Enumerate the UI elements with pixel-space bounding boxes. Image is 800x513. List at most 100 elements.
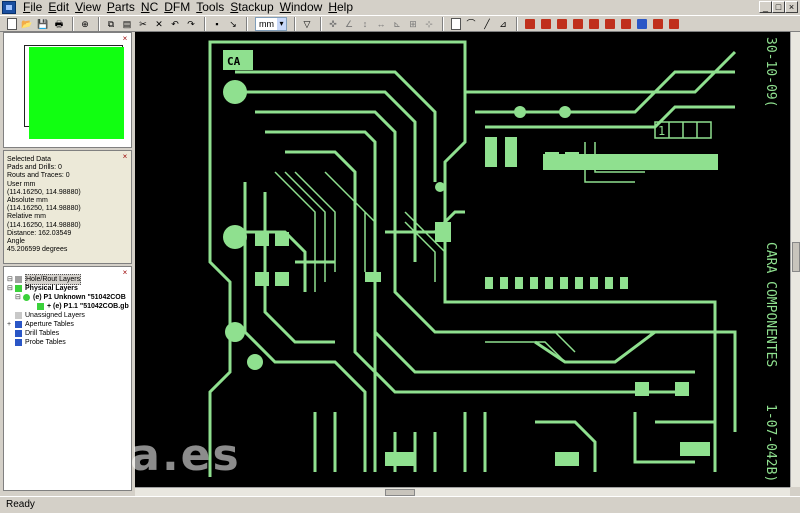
trace-icon[interactable] [557,18,567,29]
panel-icon[interactable] [669,18,679,29]
toolbar: 📂 💾 🖶 ⊕ ⧉ ▤ ✂ ✕ ↶ ↷ ▪ ↘ mm ▽ ✜ ∠ ↕ ↔ ⊾ ⊞… [0,15,800,32]
tree-item-drill[interactable]: Drill Tables [7,329,129,338]
close-panel-icon[interactable]: × [121,269,129,277]
pad-icon[interactable] [525,18,535,29]
new-file-icon[interactable] [7,17,17,30]
expand-icon[interactable]: + [7,320,15,329]
horizontal-scrollbar[interactable] [135,487,790,496]
menu-tools[interactable]: Tools [193,0,227,15]
save-icon[interactable]: 💾 [36,17,50,31]
menu-nc[interactable]: NC [138,0,161,15]
scroll-thumb[interactable] [385,489,415,496]
delete-icon[interactable]: ✕ [152,17,166,31]
toolbar-separator [516,16,518,31]
info-panel: × Selected Data Pads and Drills: 0 Routs… [3,150,132,264]
pcb-artwork: 1 CA 30-10-09( CARA COMPONENTES 1-07-042… [208,37,778,482]
expand-icon[interactable]: ⊟ [7,275,15,284]
layer-folder-icon [15,285,22,292]
pointer-icon[interactable]: ↘ [226,17,240,31]
net-icon[interactable] [621,18,631,29]
pcb-canvas[interactable]: 1 CA 30-10-09( CARA COMPONENTES 1-07-042… [135,32,790,487]
scroll-thumb[interactable] [792,242,800,272]
toolbar-separator [246,16,248,31]
layers-panel: × ⊟ Hole/Rout Layers ⊟ Physical Layers ⊟… [3,266,132,491]
vertical-scrollbar[interactable] [790,32,800,487]
tree-item-unassigned[interactable]: Unassigned Layers [7,311,129,320]
dimension-icon[interactable]: ↔ [374,17,388,31]
tree-item-aperture[interactable]: + Aperture Tables [7,320,129,329]
box-label: 1 [658,124,665,138]
board-strip [543,154,718,170]
info-line: (114.16250, 114.98880) [7,205,81,213]
close-button[interactable]: × [785,1,798,13]
menu-edit[interactable]: Edit [45,0,72,15]
report-icon[interactable] [451,17,461,30]
print-icon[interactable]: 🖶 [52,17,66,31]
units-select[interactable]: mm [255,16,287,31]
minimize-button[interactable]: _ [759,1,772,13]
board-preview [29,47,124,139]
status-bar: Ready [0,496,800,513]
line-icon[interactable]: ╱ [480,17,494,31]
menu-dfm[interactable]: DFM [161,0,193,15]
aperture-icon [15,321,22,328]
info-line: Absolute mm [7,197,48,205]
measure-icon[interactable]: ↕ [358,17,372,31]
rout-icon[interactable] [589,18,599,29]
close-panel-icon[interactable]: × [121,35,129,43]
snap-icon[interactable]: ✜ [326,17,340,31]
board-text-date: 30-10-09( [763,37,778,107]
tree-item-probe[interactable]: Probe Tables [7,338,129,347]
layer-icon [37,303,44,310]
menu-file[interactable]: File [20,0,45,15]
info-line: Angle [7,238,25,246]
filter-icon[interactable]: ▽ [300,17,314,31]
via-icon[interactable] [605,18,615,29]
origin-icon[interactable]: ⊹ [422,17,436,31]
arc-icon[interactable]: ⌒ [464,17,478,31]
info-line: User mm [7,180,36,188]
layer-icon [23,294,30,301]
info-line: 45.206599 degrees [7,246,68,254]
app-icon[interactable] [2,1,16,14]
preview-panel: × [3,32,132,148]
copy-icon[interactable]: ⧉ [104,17,118,31]
layer-folder-icon [15,276,22,283]
layer-folder-icon [15,312,22,319]
chart-icon[interactable]: ⊿ [496,17,510,31]
tree-item-p1-1[interactable]: + (e) P1.1 "51042COB.gb [7,302,129,311]
tree-item-hole-rout[interactable]: ⊟ Hole/Rout Layers [7,274,129,285]
flash-icon[interactable] [573,18,583,29]
board-text-side: CARA COMPONENTES [763,242,778,367]
undo-icon[interactable]: ↶ [168,17,182,31]
layer-icon[interactable] [637,18,647,29]
close-panel-icon[interactable]: × [121,153,129,161]
logo-text: CA [227,55,241,68]
menu-view[interactable]: View [72,0,104,15]
redo-icon[interactable]: ↷ [184,17,198,31]
compare-icon[interactable] [653,18,663,29]
tree-item-label: Drill Tables [25,330,60,337]
menu-window[interactable]: Window [277,0,326,15]
zoom-icon[interactable]: ⊕ [78,17,92,31]
restore-button[interactable]: □ [772,1,785,13]
menu-stackup[interactable]: Stackup [227,0,276,15]
expand-icon[interactable]: ⊟ [7,284,15,293]
cut-icon[interactable]: ✂ [136,17,150,31]
expand-icon[interactable]: ⊟ [15,293,23,302]
paste-icon[interactable]: ▤ [120,17,134,31]
ruler-icon[interactable]: ⊾ [390,17,404,31]
angle-icon[interactable]: ∠ [342,17,356,31]
open-folder-icon[interactable]: 📂 [20,17,34,31]
grid-icon[interactable]: ⊞ [406,17,420,31]
tree-item-p1[interactable]: ⊟ (e) P1 Unknown "51042COB [7,293,129,302]
menu-help[interactable]: Help [325,0,356,15]
select-icon[interactable]: ▪ [210,17,224,31]
tree-item-physical[interactable]: ⊟ Physical Layers [7,284,129,293]
drill-table-icon [15,330,22,337]
drill-icon[interactable] [541,18,551,29]
info-line: Routs and Traces: 0 [7,172,70,180]
info-line: Distance: 162.03549 [7,229,72,237]
menu-bar: File Edit View Parts NC DFM Tools Stacku… [0,0,800,15]
menu-parts[interactable]: Parts [104,0,138,15]
